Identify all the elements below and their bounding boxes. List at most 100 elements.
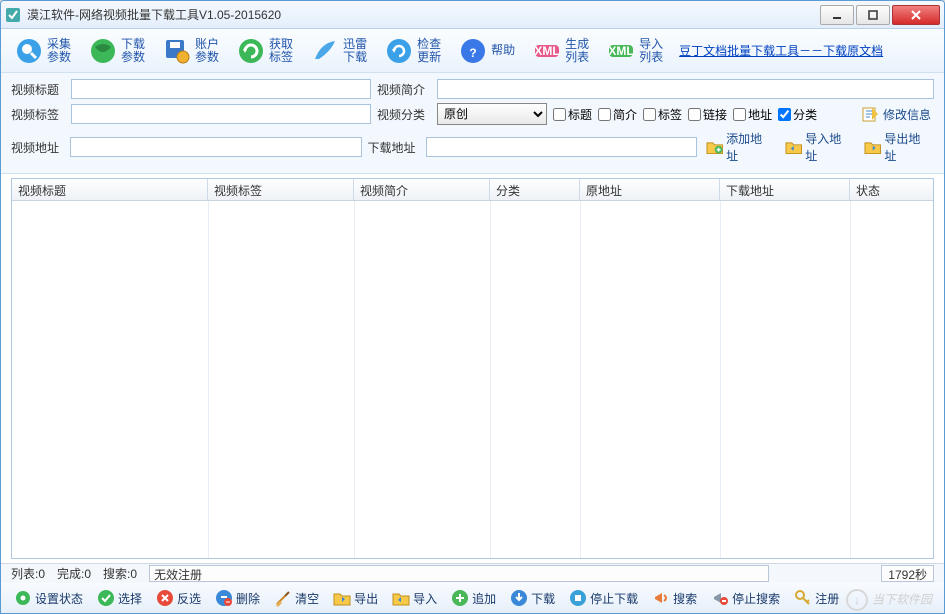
check-update-button[interactable]: 检查更新 xyxy=(379,35,447,67)
search-button[interactable]: 搜索 xyxy=(647,587,702,609)
col-title[interactable]: 视频标题 xyxy=(12,179,208,200)
watermark: ↓当下软件园 xyxy=(846,589,932,611)
chk-intro[interactable]: 简介 xyxy=(598,106,637,123)
label: 列表 xyxy=(565,51,589,64)
globe-icon xyxy=(89,37,117,65)
import-button[interactable]: 导入 xyxy=(387,587,442,609)
label: 标签 xyxy=(269,51,293,64)
window-title: 漠江软件-网络视频批量下载工具V1.05-2015620 xyxy=(27,6,820,23)
stop-download-button[interactable]: 停止下载 xyxy=(564,587,643,609)
chk-link[interactable]: 链接 xyxy=(688,106,727,123)
add-addr-button[interactable]: 添加地址 xyxy=(703,129,776,165)
label: 参数 xyxy=(121,51,145,64)
close-button[interactable] xyxy=(892,5,940,25)
label-download-addr: 下载地址 xyxy=(368,139,421,156)
svg-text:XML: XML xyxy=(608,44,633,58)
stop-search-button[interactable]: 停止搜索 xyxy=(706,587,785,609)
status-done: 完成:0 xyxy=(57,565,91,582)
append-button[interactable]: 追加 xyxy=(446,587,501,609)
download-addr-input[interactable] xyxy=(426,137,697,157)
video-tags-input[interactable] xyxy=(71,104,371,124)
status-list: 列表:0 xyxy=(11,565,45,582)
table-body[interactable] xyxy=(12,201,933,558)
chk-tags[interactable]: 标签 xyxy=(643,106,682,123)
label-video-title: 视频标题 xyxy=(11,81,65,98)
col-origaddr[interactable]: 原地址 xyxy=(580,179,720,200)
label: 获取 xyxy=(269,38,293,51)
chk-title[interactable]: 标题 xyxy=(553,106,592,123)
gen-list-button[interactable]: XML 生成列表 xyxy=(527,35,595,67)
export-button[interactable]: 导出 xyxy=(328,587,383,609)
status-register: 无效注册 xyxy=(149,565,769,582)
folder-import-icon xyxy=(392,589,410,607)
bottom-toolbar: 设置状态 选择 反选 删除 清空 导出 导入 追加 下载 停止下载 搜索 停止搜… xyxy=(1,583,944,613)
col-dladdr[interactable]: 下载地址 xyxy=(720,179,850,200)
clear-button[interactable]: 清空 xyxy=(269,587,324,609)
xml-import-icon: XML xyxy=(607,37,635,65)
label-video-tags: 视频标签 xyxy=(11,106,65,123)
label: 参数 xyxy=(47,51,71,64)
main-toolbar: 采集参数 下载参数 账户参数 获取标签 迅雷下载 检查更新 ? 帮助 XML 生… xyxy=(1,29,944,73)
video-addr-input[interactable] xyxy=(70,137,362,157)
label: 迅雷 xyxy=(343,38,367,51)
folder-out-icon xyxy=(864,139,881,155)
horn-stop-icon xyxy=(711,589,729,607)
get-tags-button[interactable]: 获取标签 xyxy=(231,35,299,67)
video-title-input[interactable] xyxy=(71,79,371,99)
download-button[interactable]: 下载 xyxy=(505,587,560,609)
key-icon xyxy=(794,589,812,607)
label: 检查 xyxy=(417,38,441,51)
feather-icon xyxy=(311,37,339,65)
xml-icon: XML xyxy=(533,37,561,65)
edit-info-button[interactable]: 修改信息 xyxy=(859,105,934,124)
account-params-button[interactable]: 账户参数 xyxy=(157,35,225,67)
plus-icon xyxy=(451,589,469,607)
label: 参数 xyxy=(195,51,219,64)
floppy-gear-icon xyxy=(163,37,191,65)
help-button[interactable]: ? 帮助 xyxy=(453,35,521,67)
video-category-select[interactable]: 原创 xyxy=(437,103,547,125)
delete-button[interactable]: 删除 xyxy=(210,587,265,609)
status-timer: 1792秒 xyxy=(881,565,934,582)
status-bar: 列表:0 完成:0 搜索:0 无效注册 1792秒 xyxy=(1,563,944,583)
edit-icon xyxy=(862,106,880,122)
titlebar: 漠江软件-网络视频批量下载工具V1.05-2015620 xyxy=(1,1,944,29)
chk-addr[interactable]: 地址 xyxy=(733,106,772,123)
set-status-button[interactable]: 设置状态 xyxy=(9,587,88,609)
import-addr-button[interactable]: 导入地址 xyxy=(782,129,855,165)
label-video-category: 视频分类 xyxy=(377,106,431,123)
help-icon: ? xyxy=(459,37,487,65)
col-tags[interactable]: 视频标签 xyxy=(208,179,354,200)
col-category[interactable]: 分类 xyxy=(490,179,580,200)
label: 帮助 xyxy=(491,44,515,57)
col-status[interactable]: 状态 xyxy=(850,179,933,200)
svg-text:XML: XML xyxy=(534,44,559,58)
label-video-intro: 视频简介 xyxy=(377,81,431,98)
label: 更新 xyxy=(417,51,441,64)
chk-category[interactable]: 分类 xyxy=(778,106,817,123)
video-intro-input[interactable] xyxy=(437,79,934,99)
doudin-link[interactable]: 豆丁文档批量下载工具－－下载原文档 xyxy=(679,42,883,59)
stop-icon xyxy=(569,589,587,607)
label: 导入 xyxy=(639,38,663,51)
xunlei-download-button[interactable]: 迅雷下载 xyxy=(305,35,373,67)
folder-plus-icon xyxy=(706,139,723,155)
folder-in-icon xyxy=(785,139,802,155)
delete-icon xyxy=(215,589,233,607)
minimize-button[interactable] xyxy=(820,5,854,25)
cross-icon xyxy=(156,589,174,607)
magnifier-icon xyxy=(15,37,43,65)
label: 下载 xyxy=(343,51,367,64)
invert-select-button[interactable]: 反选 xyxy=(151,587,206,609)
col-intro[interactable]: 视频简介 xyxy=(354,179,490,200)
maximize-button[interactable] xyxy=(856,5,890,25)
download-params-button[interactable]: 下载参数 xyxy=(83,35,151,67)
select-button[interactable]: 选择 xyxy=(92,587,147,609)
import-list-button[interactable]: XML 导入列表 xyxy=(601,35,669,67)
svg-text:?: ? xyxy=(469,46,476,60)
register-button[interactable]: 注册 xyxy=(789,587,844,609)
status-search: 搜索:0 xyxy=(103,565,137,582)
export-addr-button[interactable]: 导出地址 xyxy=(861,129,934,165)
collect-params-button[interactable]: 采集参数 xyxy=(9,35,77,67)
download-icon xyxy=(510,589,528,607)
